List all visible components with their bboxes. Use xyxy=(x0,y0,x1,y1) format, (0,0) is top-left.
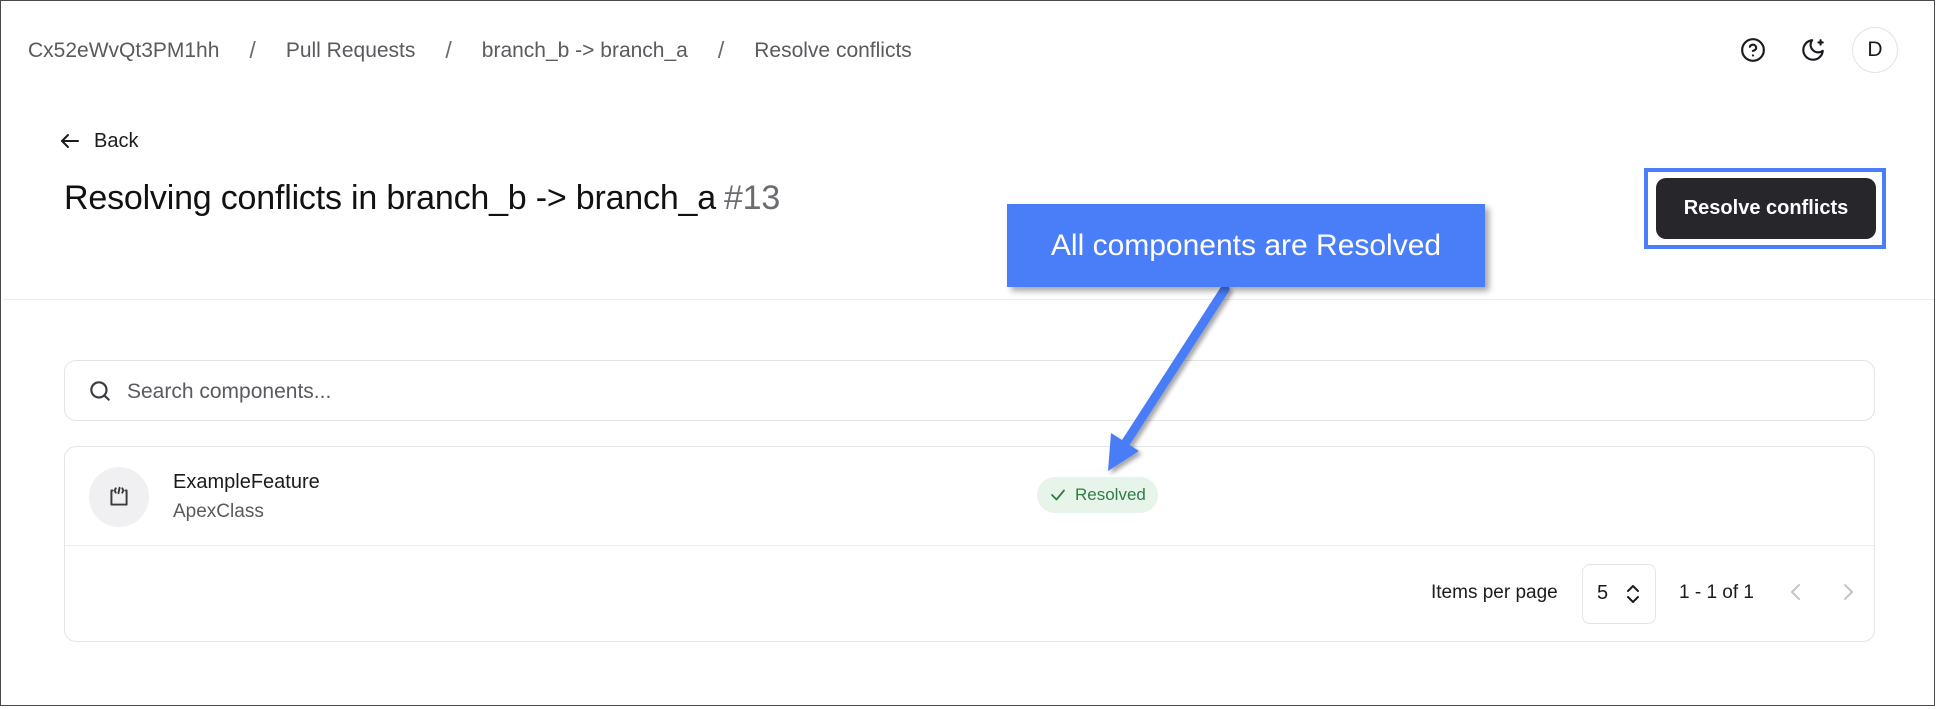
pr-number: #13 xyxy=(723,179,781,217)
annotation-callout: All components are Resolved xyxy=(1007,204,1485,287)
help-button[interactable] xyxy=(1732,29,1774,71)
breadcrumb-separator: / xyxy=(445,37,452,63)
chevron-right-icon[interactable] xyxy=(1836,579,1860,605)
breadcrumb-separator: / xyxy=(717,37,725,63)
status-label: Resolved xyxy=(1075,485,1146,504)
list-item[interactable]: ExampleFeature ApexClass Resolved xyxy=(65,447,1874,546)
avatar[interactable]: D xyxy=(1852,27,1898,73)
page-title: Resolving conflicts in branch_b -> branc… xyxy=(64,179,780,218)
top-bar: Cx52eWvQt3PM1hh / Pull Requests / branch… xyxy=(1,1,1934,101)
pagination: Items per page 5 1 - 1 of 1 xyxy=(65,545,1874,641)
resolve-conflicts-button[interactable]: Resolve conflicts xyxy=(1656,178,1876,239)
back-link[interactable]: Back xyxy=(58,129,138,153)
top-actions: D xyxy=(1732,27,1898,73)
chevron-left-icon[interactable] xyxy=(1784,579,1808,605)
items-per-page-select[interactable]: 5 xyxy=(1582,564,1656,624)
component-avatar xyxy=(89,467,149,527)
breadcrumb: Cx52eWvQt3PM1hh / Pull Requests / branch… xyxy=(28,37,912,64)
breadcrumb-pull-request[interactable]: branch_b -> branch_a xyxy=(482,39,688,63)
breadcrumb-separator: / xyxy=(249,37,256,63)
items-per-page-label: Items per page xyxy=(1431,582,1558,603)
moon-icon xyxy=(1802,39,1824,61)
check-icon xyxy=(1051,489,1065,501)
help-circle-icon xyxy=(1741,38,1765,62)
search-icon xyxy=(90,381,110,401)
breadcrumb-project[interactable]: Cx52eWvQt3PM1hh xyxy=(28,39,219,63)
header-divider xyxy=(3,299,1934,300)
theme-toggle-button[interactable] xyxy=(1792,29,1834,71)
pagination-range: 1 - 1 of 1 xyxy=(1679,582,1754,603)
arrow-left-icon xyxy=(61,134,79,148)
component-type: ApexClass xyxy=(173,501,264,522)
search-bar xyxy=(64,360,1875,422)
page-title-text: Resolving conflicts in branch_b -> branc… xyxy=(64,179,716,217)
component-name: ExampleFeature xyxy=(173,471,320,493)
components-card: ExampleFeature ApexClass Resolved Items … xyxy=(64,446,1875,642)
breadcrumb-current: Resolve conflicts xyxy=(754,38,912,62)
chevron-up-down-icon xyxy=(1627,585,1639,603)
back-label: Back xyxy=(94,129,139,152)
breadcrumb-pull-requests[interactable]: Pull Requests xyxy=(286,39,416,63)
search-input[interactable] xyxy=(125,361,1829,422)
items-per-page-value: 5 xyxy=(1597,582,1609,604)
status-badge: Resolved xyxy=(1037,477,1158,513)
code-file-icon xyxy=(110,486,128,506)
app-window: Cx52eWvQt3PM1hh / Pull Requests / branch… xyxy=(0,0,1935,706)
